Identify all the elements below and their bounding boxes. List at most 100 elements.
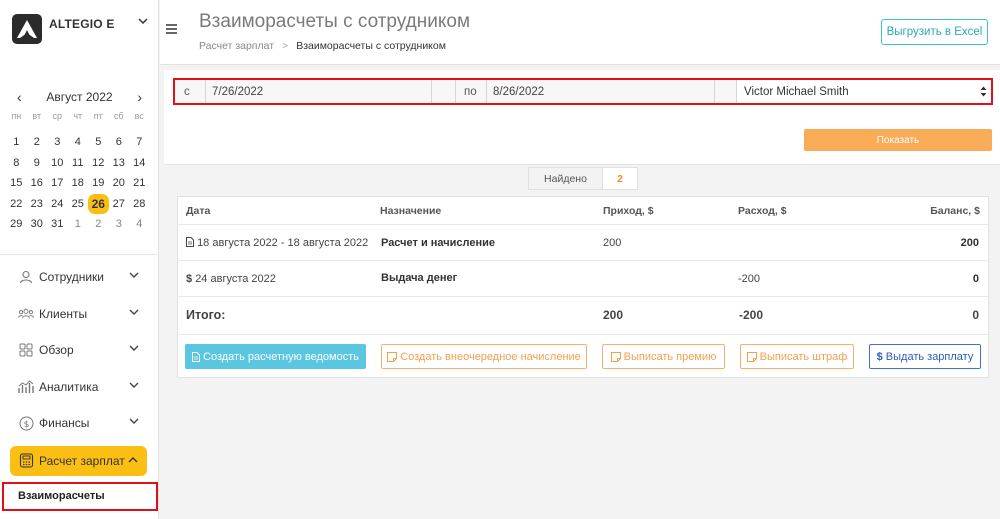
dollar-icon: $ (186, 273, 193, 285)
calendar-day[interactable]: 25 (68, 194, 89, 215)
sidebar-item-payroll[interactable]: Расчет зарплат (10, 445, 147, 476)
calendar-day[interactable]: 24 (47, 194, 68, 215)
calendar-day[interactable]: 9 (27, 153, 48, 174)
sidebar-item-label: Обзор (39, 343, 74, 358)
sidebar-item-employees[interactable]: Сотрудники (0, 259, 159, 296)
calendar-day[interactable]: 4 (68, 132, 89, 153)
dollar-icon: $ (876, 350, 883, 363)
calendar-day[interactable]: 18 (68, 173, 89, 194)
calendar-day[interactable]: 22 (6, 194, 27, 215)
sidebar-item-analytics[interactable]: Аналитика (0, 369, 159, 406)
pay-salary-button[interactable]: $ Выдать зарплату (869, 344, 981, 369)
calendar-day[interactable]: 31 (47, 214, 68, 235)
calendar-day[interactable]: 17 (47, 173, 68, 194)
calendar-day[interactable]: 19 (88, 173, 109, 194)
chevron-down-icon (129, 309, 139, 315)
chevron-down-icon (129, 272, 139, 278)
mini-calendar: ‹ Август 2022 › пн вт ср чт пт сб вс 123456789… (0, 86, 159, 235)
button-label: Создать внеочередное начисление (400, 350, 581, 363)
sidebar-subitem-settlements[interactable]: Взаиморасчеты (2, 482, 158, 511)
sidebar-item-label: Клиенты (39, 306, 88, 321)
calendar-day[interactable]: 30 (27, 214, 48, 235)
table-total-row: Итого: 200 -200 0 (178, 297, 988, 335)
brand-switcher[interactable]: ALTEGIO E (12, 14, 152, 48)
calendar-day[interactable]: 14 (129, 153, 150, 174)
total-balance: 0 (972, 308, 979, 322)
calendar-day[interactable]: 1 (68, 214, 89, 235)
date-to-input[interactable] (487, 80, 715, 103)
sidebar-item-finance[interactable]: $ Финансы (0, 405, 159, 442)
clients-icon (18, 308, 34, 319)
row-expense: -200 (738, 273, 761, 285)
total-label: Итого: (186, 308, 226, 322)
calendar-day[interactable]: 1 (6, 132, 27, 153)
show-button[interactable]: Показать (804, 129, 992, 151)
calendar-weekday: чт (73, 111, 83, 121)
date-from-spacer (432, 80, 456, 103)
calendar-day[interactable]: 12 (88, 153, 109, 174)
sidebar-menu: Сотрудники Клиенты Обзор Аналитика $ Фин… (0, 259, 159, 476)
calendar-day[interactable]: 23 (27, 194, 48, 215)
date-from-input[interactable] (206, 80, 432, 103)
calendar-day[interactable]: 5 (88, 132, 109, 153)
calendar-day[interactable]: 3 (109, 214, 130, 235)
write-bonus-button[interactable]: Выписать премию (602, 344, 725, 369)
table-row: 18 августа 2022 - 18 августа 2022 Расчет… (178, 225, 988, 261)
chevron-down-icon (129, 382, 139, 388)
calendar-day[interactable]: 8 (6, 153, 27, 174)
chevron-down-icon (138, 18, 148, 25)
column-header-expense: Расход, $ (738, 205, 787, 217)
filter-panel: с по Victor Michael Smith Показать (164, 70, 1000, 165)
calendar-day[interactable]: 4 (129, 214, 150, 235)
calendar-day[interactable]: 15 (6, 173, 27, 194)
chevron-down-icon (129, 345, 139, 351)
calendar-prev-button[interactable]: ‹ (17, 89, 22, 105)
calendar-day[interactable]: 21 (129, 173, 150, 194)
calendar-day[interactable]: 28 (129, 194, 150, 215)
date-to-spacer (715, 80, 737, 103)
calendar-day[interactable]: 29 (6, 214, 27, 235)
found-label: Найдено (529, 168, 603, 189)
button-label: Создать расчетную ведомость (203, 350, 359, 363)
calendar-weekday: вт (32, 111, 42, 121)
table-actions: Создать расчетную ведомость Создать внео… (178, 335, 988, 378)
hamburger-menu-icon[interactable] (166, 24, 177, 34)
calendar-day[interactable]: 2 (88, 214, 109, 235)
analytics-icon (18, 380, 34, 393)
row-date: $ 24 августа 2022 (186, 273, 276, 285)
calendar-next-button[interactable]: › (137, 89, 142, 105)
export-excel-button[interactable]: Выгрузить в Excel (881, 19, 988, 45)
calendar-day[interactable]: 2 (27, 132, 48, 153)
dollar-circle-icon: $ (19, 416, 33, 431)
chevron-up-icon (128, 456, 138, 462)
sidebar: ALTEGIO E ‹ Август 2022 › пн вт ср чт пт сб вс… (0, 0, 159, 519)
altegio-logo (12, 14, 42, 44)
write-fine-button[interactable]: Выписать штраф (740, 344, 854, 369)
employee-select[interactable]: Victor Michael Smith (737, 80, 991, 103)
filter-row: с по Victor Michael Smith (173, 78, 993, 105)
found-counter: Найдено 2 (528, 167, 638, 190)
column-header-income: Приход, $ (603, 205, 654, 217)
create-statement-button[interactable]: Создать расчетную ведомость (185, 344, 366, 369)
calendar-day[interactable]: 13 (109, 153, 130, 174)
calendar-day-selected[interactable]: 26 (88, 193, 109, 214)
calendar-day[interactable]: 16 (27, 173, 48, 194)
create-extra-accrual-button[interactable]: Создать внеочередное начисление (381, 344, 587, 369)
calendar-day[interactable]: 27 (109, 194, 130, 215)
sidebar-item-clients[interactable]: Клиенты (0, 296, 159, 333)
calendar-weekday: ср (52, 111, 62, 121)
chevron-down-icon (129, 418, 139, 424)
calendar-day[interactable]: 3 (47, 132, 68, 153)
user-icon (19, 271, 33, 284)
sidebar-item-label: Финансы (39, 416, 90, 431)
sidebar-item-overview[interactable]: Обзор (0, 332, 159, 369)
calendar-day[interactable]: 10 (47, 153, 68, 174)
button-label: Выписать штраф (759, 350, 848, 363)
calendar-day[interactable]: 6 (109, 132, 130, 153)
calendar-day[interactable]: 20 (109, 173, 130, 194)
calendar-day[interactable]: 11 (68, 153, 89, 174)
breadcrumb-link-payroll[interactable]: Расчет зарплат (199, 40, 274, 52)
row-balance: 0 (972, 273, 979, 285)
calendar-day[interactable]: 7 (129, 132, 150, 153)
svg-text:$: $ (23, 420, 29, 430)
